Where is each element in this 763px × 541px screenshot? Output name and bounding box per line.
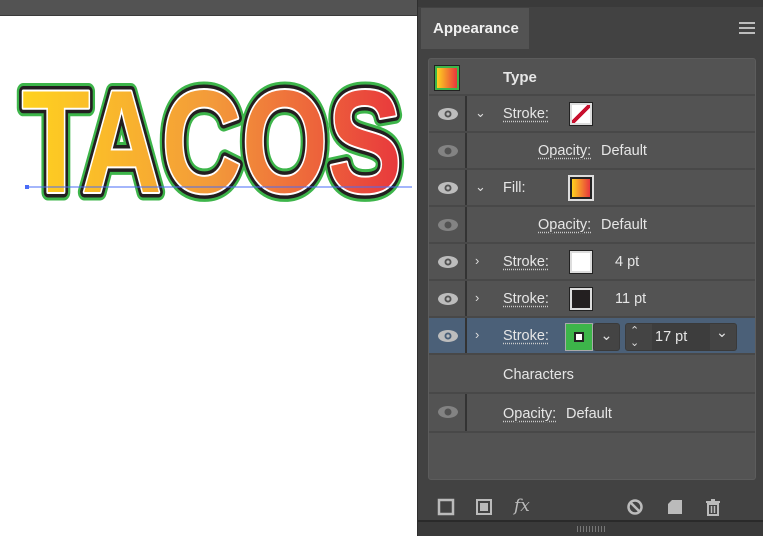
opacity-value: Default [601, 143, 647, 159]
artboard[interactable]: TACOS TACOS TACOS TACOS [0, 17, 417, 536]
weight-dropdown-icon[interactable]: ⌄ [716, 325, 728, 341]
eye-icon[interactable] [437, 255, 459, 269]
add-new-stroke-icon[interactable] [437, 498, 455, 516]
chevron-right-icon[interactable]: › [475, 327, 487, 342]
stroke-weight: 11 pt [615, 291, 647, 307]
eye-icon[interactable] [437, 329, 459, 343]
eye-icon[interactable] [437, 405, 459, 419]
chevron-right-icon[interactable]: › [475, 290, 487, 305]
stroke-weight: 4 pt [615, 254, 640, 270]
chevron-down-icon[interactable]: ⌄ [475, 179, 487, 194]
stroke-swatch[interactable] [569, 250, 593, 274]
duplicate-item-icon[interactable] [666, 498, 684, 516]
stroke-label[interactable]: Stroke: [503, 106, 549, 122]
row-fill[interactable]: ⌄ Fill: [429, 170, 755, 207]
clear-appearance-icon[interactable] [626, 498, 644, 516]
characters-label: Characters [503, 367, 574, 383]
eye-icon[interactable] [437, 107, 459, 121]
type-thumbnail [434, 65, 460, 91]
stroke-label[interactable]: Stroke: [503, 291, 549, 307]
appearance-panel: Appearance Type ⌄ Stroke: Opacity: Defau… [417, 0, 763, 536]
row-stroke-4pt[interactable]: › Stroke: 4 pt [429, 244, 755, 281]
eye-icon[interactable] [437, 218, 459, 232]
row-characters[interactable]: Characters [429, 355, 755, 394]
opacity-value: Default [601, 217, 647, 233]
eye-icon[interactable] [437, 292, 459, 306]
gradient-fill: TACOS [22, 60, 402, 223]
chevron-down-icon[interactable]: ⌄ [475, 105, 487, 120]
appearance-list: Type ⌄ Stroke: Opacity: Default ⌄ Fill: … [428, 58, 756, 480]
stroke-swatch[interactable] [569, 287, 593, 311]
stroke-color-swatch[interactable] [565, 323, 593, 351]
fx-icon[interactable]: fx [514, 496, 542, 516]
fill-label[interactable]: Fill: [503, 180, 526, 196]
row-stroke-none[interactable]: ⌄ Stroke: [429, 96, 755, 133]
opacity-label[interactable]: Opacity: [538, 217, 591, 233]
hamburger-icon[interactable] [739, 22, 755, 34]
row-stroke-11pt[interactable]: › Stroke: 11 pt [429, 281, 755, 318]
opacity-label[interactable]: Opacity: [538, 143, 591, 159]
fill-swatch[interactable] [568, 175, 594, 201]
stroke-label[interactable]: Stroke: [503, 328, 549, 344]
row-opacity[interactable]: Opacity: Default [429, 394, 755, 433]
anchor-point[interactable] [25, 185, 29, 189]
swatch-dropdown-button[interactable]: ⌄ [593, 323, 620, 351]
eye-icon[interactable] [437, 144, 459, 158]
tab-appearance[interactable]: Appearance [421, 8, 529, 49]
delete-icon[interactable] [704, 498, 722, 516]
resize-grip[interactable] [418, 520, 763, 536]
chevron-right-icon[interactable]: › [475, 253, 487, 268]
tacos-artwork[interactable]: TACOS TACOS TACOS TACOS [0, 17, 417, 536]
document-tab-bar [0, 0, 417, 16]
stroke-label[interactable]: Stroke: [503, 254, 549, 270]
row-stroke-17pt[interactable]: › Stroke: ⌄ ⌃ ⌄ 17 pt ⌄ [429, 318, 755, 355]
row-title: Type [503, 69, 537, 86]
opacity-label[interactable]: Opacity: [503, 406, 556, 422]
add-new-fill-icon[interactable] [475, 498, 493, 516]
stroke-none-swatch[interactable] [569, 102, 593, 126]
panel-header-strip [418, 0, 763, 7]
stepper-arrows-icon[interactable]: ⌃ ⌄ [630, 325, 639, 349]
opacity-value: Default [566, 406, 612, 422]
row-opacity[interactable]: Opacity: Default [429, 207, 755, 244]
stroke-weight-stepper[interactable]: ⌃ ⌄ 17 pt ⌄ [625, 323, 737, 351]
stroke-weight-input[interactable]: 17 pt [655, 329, 687, 345]
eye-icon[interactable] [437, 181, 459, 195]
panel-toolbar: fx [418, 490, 763, 520]
row-type[interactable]: Type [429, 59, 755, 96]
row-opacity[interactable]: Opacity: Default [429, 133, 755, 170]
